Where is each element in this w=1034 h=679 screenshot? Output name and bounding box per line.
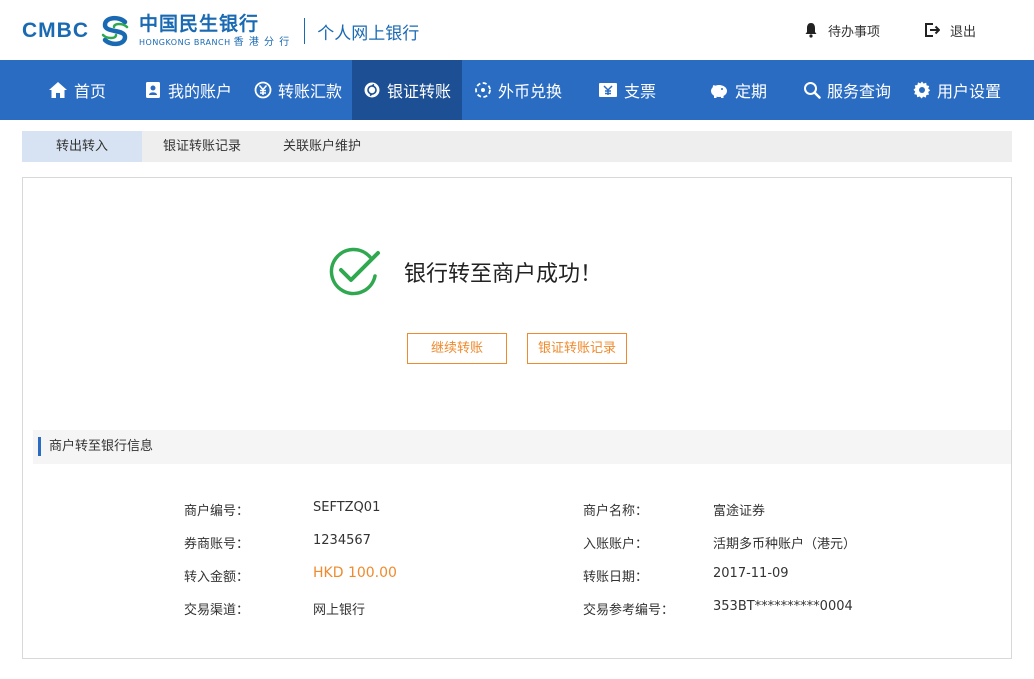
tab-transfer-records[interactable]: 银证转账记录 bbox=[148, 131, 256, 162]
tab-transfer-in-out[interactable]: 转出转入 bbox=[22, 131, 142, 162]
result-panel: 银行转至商户成功！ 继续转账 银证转账记录 商户转至银行信息 商户编号： SEF… bbox=[22, 177, 1012, 659]
credit-account-label: 入账账户： bbox=[583, 537, 649, 552]
merchant-name-value: 富途证券 bbox=[713, 504, 766, 519]
section-marker bbox=[38, 437, 41, 456]
bell-icon bbox=[805, 23, 817, 38]
transfer-date-value: 2017-11-09 bbox=[713, 566, 789, 581]
branch-en: HONGKONG BRANCH bbox=[139, 37, 231, 47]
section-title: 商户转至银行信息 bbox=[49, 439, 154, 454]
nav-label-deposit: 定期 bbox=[735, 82, 768, 101]
nav-item-service-query[interactable]: 服务查询 bbox=[803, 60, 891, 120]
transfer-records-button[interactable]: 银证转账记录 bbox=[527, 333, 627, 364]
merchant-no-value: SEFTZQ01 bbox=[313, 500, 381, 515]
logo-letters: CMBC bbox=[22, 19, 89, 42]
nav-item-deposit[interactable]: 定期 bbox=[709, 60, 767, 120]
yen-circle-icon bbox=[254, 81, 272, 99]
amount-value: HKD 100.00 bbox=[313, 565, 397, 581]
nav-item-fx[interactable]: 外币兑换 bbox=[474, 60, 562, 120]
nav-label-user-settings: 用户设置 bbox=[937, 82, 1002, 101]
branch-name: HONGKONG BRANCH 香 港 分 行 bbox=[139, 36, 291, 48]
main-nav: 首页 我的账户 转账汇款 银证转账 外币兑换 支票 定期 服务查询 用户设置 bbox=[0, 60, 1034, 120]
account-book-icon bbox=[144, 81, 162, 99]
bank-name: 中国民生银行 bbox=[139, 12, 260, 35]
section-header bbox=[33, 430, 1011, 464]
todo-link[interactable]: 待办事项 bbox=[804, 21, 924, 40]
transfer-date-label: 转账日期： bbox=[583, 570, 649, 585]
nav-label-fx: 外币兑换 bbox=[498, 82, 563, 101]
amount-label: 转入金额： bbox=[184, 570, 250, 585]
nav-label-cheque: 支票 bbox=[624, 82, 657, 101]
piggy-bank-icon bbox=[709, 81, 729, 99]
logout-icon bbox=[925, 23, 940, 37]
cheque-icon bbox=[598, 81, 618, 99]
nav-label-bank-securities: 银证转账 bbox=[386, 82, 451, 101]
success-check-icon bbox=[329, 247, 380, 296]
search-icon bbox=[803, 81, 821, 99]
branch-cn: 香 港 分 行 bbox=[233, 36, 291, 48]
nav-item-cheque[interactable]: 支票 bbox=[598, 60, 656, 120]
credit-account-value: 活期多币种账户（港元） bbox=[713, 537, 857, 552]
logo-separator bbox=[304, 18, 306, 44]
broker-account-label: 券商账号： bbox=[184, 537, 250, 552]
todo-label: 待办事项 bbox=[828, 24, 881, 40]
gear-icon bbox=[913, 81, 931, 99]
success-message: 银行转至商户成功！ bbox=[326, 245, 602, 299]
currency-exchange-icon bbox=[474, 81, 492, 99]
reference-value: 353BT**********0004 bbox=[713, 599, 853, 614]
home-icon bbox=[48, 81, 68, 99]
nav-label-service-query: 服务查询 bbox=[827, 82, 892, 101]
bank-logo[interactable]: CMBC 中国民生银行 HONGKONG BRANCH 香 港 分 行 个人网上… bbox=[22, 10, 419, 52]
logo-text: 中国民生银行 HONGKONG BRANCH 香 港 分 行 bbox=[139, 12, 291, 48]
top-header: CMBC 中国民生银行 HONGKONG BRANCH 香 港 分 行 个人网上… bbox=[0, 0, 1034, 60]
tab-linked-accounts[interactable]: 关联账户维护 bbox=[268, 131, 376, 162]
nav-label-home: 首页 bbox=[74, 82, 107, 101]
sub-tabs: 转出转入 银证转账记录 关联账户维护 bbox=[22, 131, 1012, 162]
merchant-no-label: 商户编号： bbox=[184, 504, 250, 519]
channel-value: 网上银行 bbox=[313, 603, 366, 618]
nav-label-transfer: 转账汇款 bbox=[278, 82, 343, 101]
nav-item-accounts[interactable]: 我的账户 bbox=[144, 60, 232, 120]
reference-label: 交易参考编号： bbox=[583, 603, 675, 618]
nav-item-home[interactable]: 首页 bbox=[48, 60, 106, 120]
merchant-name-label: 商户名称： bbox=[583, 504, 649, 519]
broker-account-value: 1234567 bbox=[313, 533, 371, 548]
logout-label: 退出 bbox=[950, 24, 977, 40]
nav-label-accounts: 我的账户 bbox=[168, 82, 233, 101]
channel-label: 交易渠道： bbox=[184, 603, 250, 618]
continue-transfer-button[interactable]: 继续转账 bbox=[407, 333, 507, 364]
logout-link[interactable]: 退出 bbox=[924, 21, 1014, 40]
success-title: 银行转至商户成功！ bbox=[404, 262, 603, 287]
nav-item-transfer[interactable]: 转账汇款 bbox=[254, 60, 342, 120]
product-name: 个人网上银行 bbox=[317, 23, 420, 44]
logo-mark-icon bbox=[101, 15, 129, 47]
exchange-circle-icon bbox=[363, 81, 381, 99]
nav-item-user-settings[interactable]: 用户设置 bbox=[913, 60, 1001, 120]
nav-item-bank-securities[interactable]: 银证转账 bbox=[352, 60, 462, 120]
